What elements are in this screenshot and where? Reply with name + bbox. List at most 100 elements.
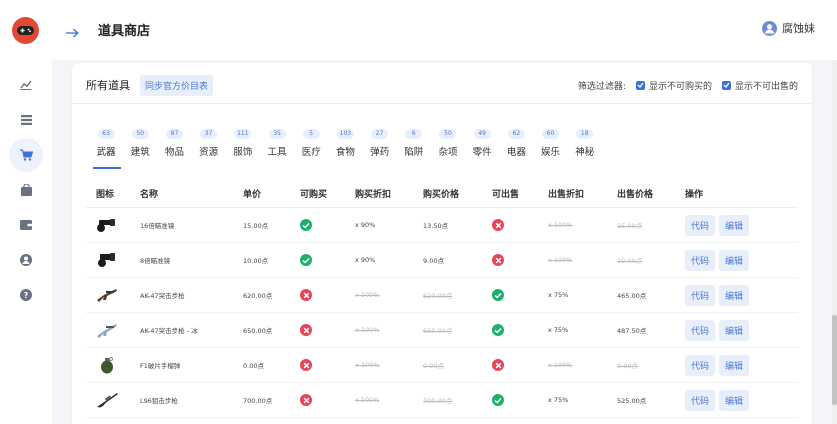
show-unsellable-label[interactable]: 显示不可出售的 xyxy=(735,79,798,92)
buy-discount: x 100% xyxy=(355,326,380,334)
tab-category[interactable]: 87 物品 xyxy=(157,129,191,169)
tab-category[interactable]: 6 陷阱 xyxy=(397,129,431,169)
nav-wallet-icon[interactable] xyxy=(9,208,43,242)
buyable-cell xyxy=(290,324,345,336)
tab-category[interactable]: 111 服饰 xyxy=(226,129,260,169)
arrow-right-icon[interactable] xyxy=(66,23,79,42)
code-button[interactable]: 代码 xyxy=(685,389,716,411)
x-circle-icon xyxy=(300,394,312,406)
tab-category[interactable]: 50 杂项 xyxy=(431,129,465,169)
code-button[interactable]: 代码 xyxy=(685,354,716,376)
sell-price: 525.00点 xyxy=(617,397,647,405)
item-name: 8倍瞄准镜 xyxy=(140,257,171,265)
sellable-cell xyxy=(482,359,538,371)
gamepad-logo-icon[interactable] xyxy=(12,17,39,44)
tab-category[interactable]: 49 零件 xyxy=(465,129,499,169)
tab-category[interactable]: 63 武器 xyxy=(89,129,123,169)
item-name: 16倍瞄准镜 xyxy=(140,222,175,230)
code-button[interactable]: 代码 xyxy=(685,284,716,306)
col-name: 名称 xyxy=(140,190,159,200)
tab-category[interactable]: 35 工具 xyxy=(260,129,294,169)
item-price: 10.00点 xyxy=(243,257,269,265)
item-name: AK-47突击步枪 xyxy=(140,292,185,300)
x-circle-icon xyxy=(492,219,504,231)
tab-category[interactable]: 18 神秘 xyxy=(568,129,602,169)
tab-category[interactable]: 27 弹药 xyxy=(363,129,397,169)
item-name: AK-47突击步枪 - 冰 xyxy=(140,327,198,335)
tab-category[interactable]: 5 医疗 xyxy=(294,129,328,169)
tab-category[interactable]: 62 电器 xyxy=(499,129,533,169)
edit-button[interactable]: 编辑 xyxy=(719,354,750,376)
tab-category[interactable]: 37 资源 xyxy=(192,129,226,169)
x-circle-icon xyxy=(492,359,504,371)
item-name: L96狙击步枪 xyxy=(140,397,178,405)
edit-button[interactable]: 编辑 xyxy=(719,319,750,341)
nav-bag-icon[interactable] xyxy=(9,173,43,207)
x-circle-icon xyxy=(492,254,504,266)
item-icon-cell xyxy=(86,214,130,236)
tab-label: 陷阱 xyxy=(404,147,424,158)
col-icon: 图标 xyxy=(96,190,115,200)
tab-count: 111 xyxy=(234,129,252,139)
item-price: 620.00点 xyxy=(243,292,273,300)
item-icon-cell xyxy=(86,389,130,411)
sell-discount: x 75% xyxy=(548,291,569,299)
nav-chart-icon[interactable] xyxy=(9,68,43,102)
buy-price: 650.00点 xyxy=(423,327,453,335)
table-row: AK-47突击步枪 620.00点 x 100% 620.00点 x 75% 465.00… xyxy=(86,278,798,313)
buyable-cell xyxy=(290,254,345,266)
code-button[interactable]: 代码 xyxy=(685,214,716,236)
item-image-icon xyxy=(96,284,118,306)
col-actions: 操作 xyxy=(685,190,704,200)
tab-label: 弹药 xyxy=(370,147,390,158)
show-unsellable-checkbox[interactable] xyxy=(721,80,731,90)
check-circle-icon xyxy=(492,324,504,336)
code-button[interactable]: 代码 xyxy=(685,319,716,341)
sellable-cell xyxy=(482,394,538,406)
scrollbar-thumb[interactable] xyxy=(832,315,837,405)
edit-button[interactable]: 编辑 xyxy=(719,284,750,306)
item-icon-cell xyxy=(86,284,130,306)
tab-category[interactable]: 103 食物 xyxy=(328,129,362,169)
tab-label: 食物 xyxy=(335,147,355,158)
table-body: 16倍瞄准镜 15.00点 x 90% 13.50点 x 100% 15.00点 代码 编辑 8… xyxy=(86,208,798,418)
sell-price: 0.00点 xyxy=(617,362,638,370)
sync-price-button[interactable]: 同步官方价目表 xyxy=(140,74,214,96)
x-circle-icon xyxy=(300,359,312,371)
buy-discount: x 100% xyxy=(355,291,380,299)
nav-list-icon[interactable] xyxy=(9,103,43,137)
sellable-cell xyxy=(482,219,538,231)
buy-price: 0.00点 xyxy=(423,362,444,370)
sell-price: 10.00点 xyxy=(617,257,643,265)
edit-button[interactable]: 编辑 xyxy=(719,214,750,236)
check-circle-icon xyxy=(300,219,312,231)
top-header: 道具商店 腐蚀妹 xyxy=(52,0,837,60)
divider xyxy=(72,103,812,104)
buy-discount: x 100% xyxy=(355,396,380,404)
page-scrollbar[interactable] xyxy=(832,60,837,424)
table-row: 16倍瞄准镜 15.00点 x 90% 13.50点 x 100% 15.00点 代码 编辑 xyxy=(86,208,798,243)
check-circle-icon xyxy=(492,394,504,406)
svg-text:?: ? xyxy=(24,291,29,300)
tab-label: 武器 xyxy=(96,147,116,158)
tab-category[interactable]: 50 建筑 xyxy=(123,129,157,169)
col-buy-price: 购买价格 xyxy=(423,190,460,200)
nav-cart-icon[interactable] xyxy=(9,138,43,172)
nav-user-icon[interactable] xyxy=(9,243,43,277)
edit-button[interactable]: 编辑 xyxy=(719,249,750,271)
filter-label: 筛选过滤器: xyxy=(577,81,626,92)
tab-category[interactable]: 60 娱乐 xyxy=(533,129,567,169)
tab-count: 35 xyxy=(268,129,286,139)
show-unbuyable-checkbox[interactable] xyxy=(635,80,645,90)
show-unbuyable-label[interactable]: 显示不可购买的 xyxy=(649,79,712,92)
user-menu[interactable]: 腐蚀妹 xyxy=(762,20,815,36)
item-image-icon xyxy=(96,354,118,376)
buy-discount: x 90% xyxy=(355,221,376,229)
col-sell-price: 出售价格 xyxy=(617,190,654,200)
code-button[interactable]: 代码 xyxy=(685,249,716,271)
edit-button[interactable]: 编辑 xyxy=(719,389,750,411)
sellable-cell xyxy=(482,254,538,266)
nav-help-icon[interactable]: ? xyxy=(9,278,43,312)
buy-price: 700.00点 xyxy=(423,397,453,405)
avatar-icon xyxy=(762,20,777,36)
